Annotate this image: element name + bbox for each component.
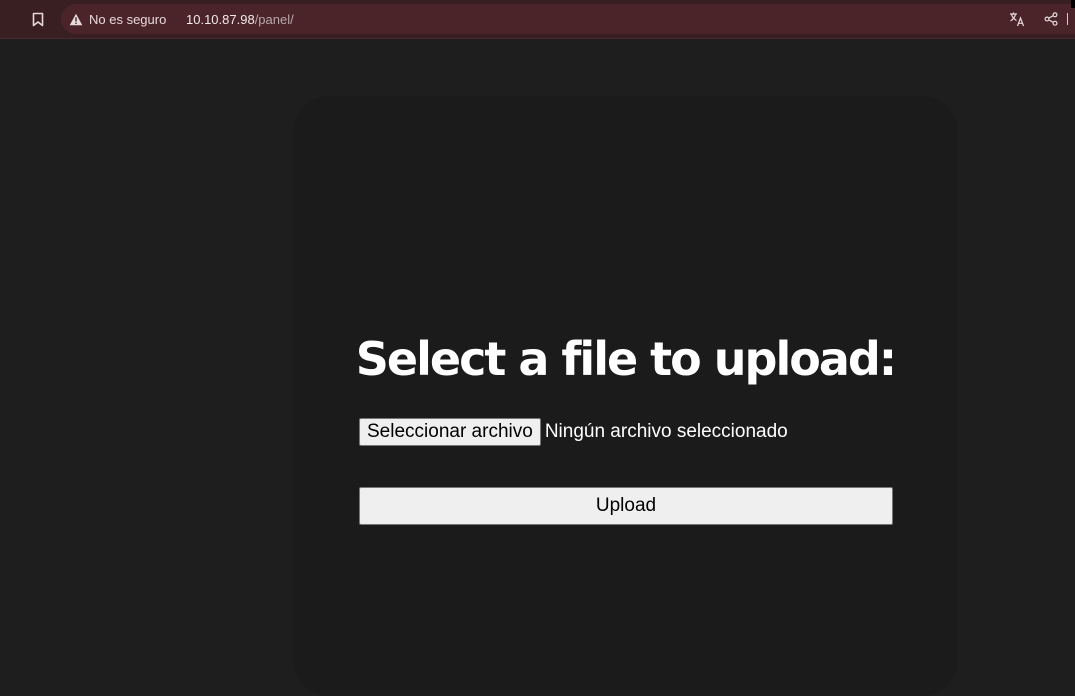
browser-toolbar: No es seguro 10.10.87.98/panel/	[0, 0, 1075, 39]
window-corner	[1071, 0, 1075, 8]
upload-button[interactable]: Upload	[359, 487, 893, 525]
address-bar[interactable]: No es seguro 10.10.87.98/panel/	[61, 4, 1075, 34]
warning-icon	[69, 13, 83, 25]
file-input[interactable]: Seleccionar archivo Ningún archivo selec…	[359, 417, 788, 446]
no-file-selected-text: Ningún archivo seleccionado	[544, 420, 788, 442]
translate-button[interactable]	[1005, 9, 1029, 29]
upload-card: Select a file to upload: Seleccionar arc…	[294, 96, 957, 696]
choose-file-button[interactable]: Seleccionar archivo	[359, 417, 541, 446]
url-host: 10.10.87.98	[186, 11, 255, 27]
share-icon	[1044, 12, 1058, 26]
share-button[interactable]	[1039, 9, 1063, 29]
page-content: Select a file to upload: Seleccionar arc…	[0, 40, 1075, 696]
toolbar-divider	[1067, 13, 1068, 25]
security-label: No es seguro	[89, 11, 167, 27]
translate-icon	[1010, 12, 1025, 27]
url-path: /panel/	[254, 11, 294, 27]
upload-title: Select a file to upload:	[355, 332, 897, 386]
bookmark-icon	[32, 12, 44, 26]
url-text[interactable]: 10.10.87.98/panel/	[186, 4, 294, 34]
bookmark-button[interactable]	[26, 8, 50, 30]
security-chip[interactable]: No es seguro	[69, 4, 166, 34]
